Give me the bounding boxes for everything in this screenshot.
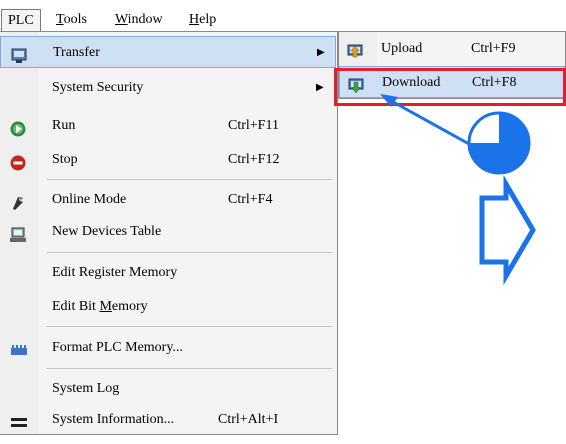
right-arrow-icon <box>479 174 536 286</box>
annotation-overlay <box>380 94 536 286</box>
pointer-arrow-icon <box>380 94 470 146</box>
timer-circle-icon <box>467 111 531 175</box>
